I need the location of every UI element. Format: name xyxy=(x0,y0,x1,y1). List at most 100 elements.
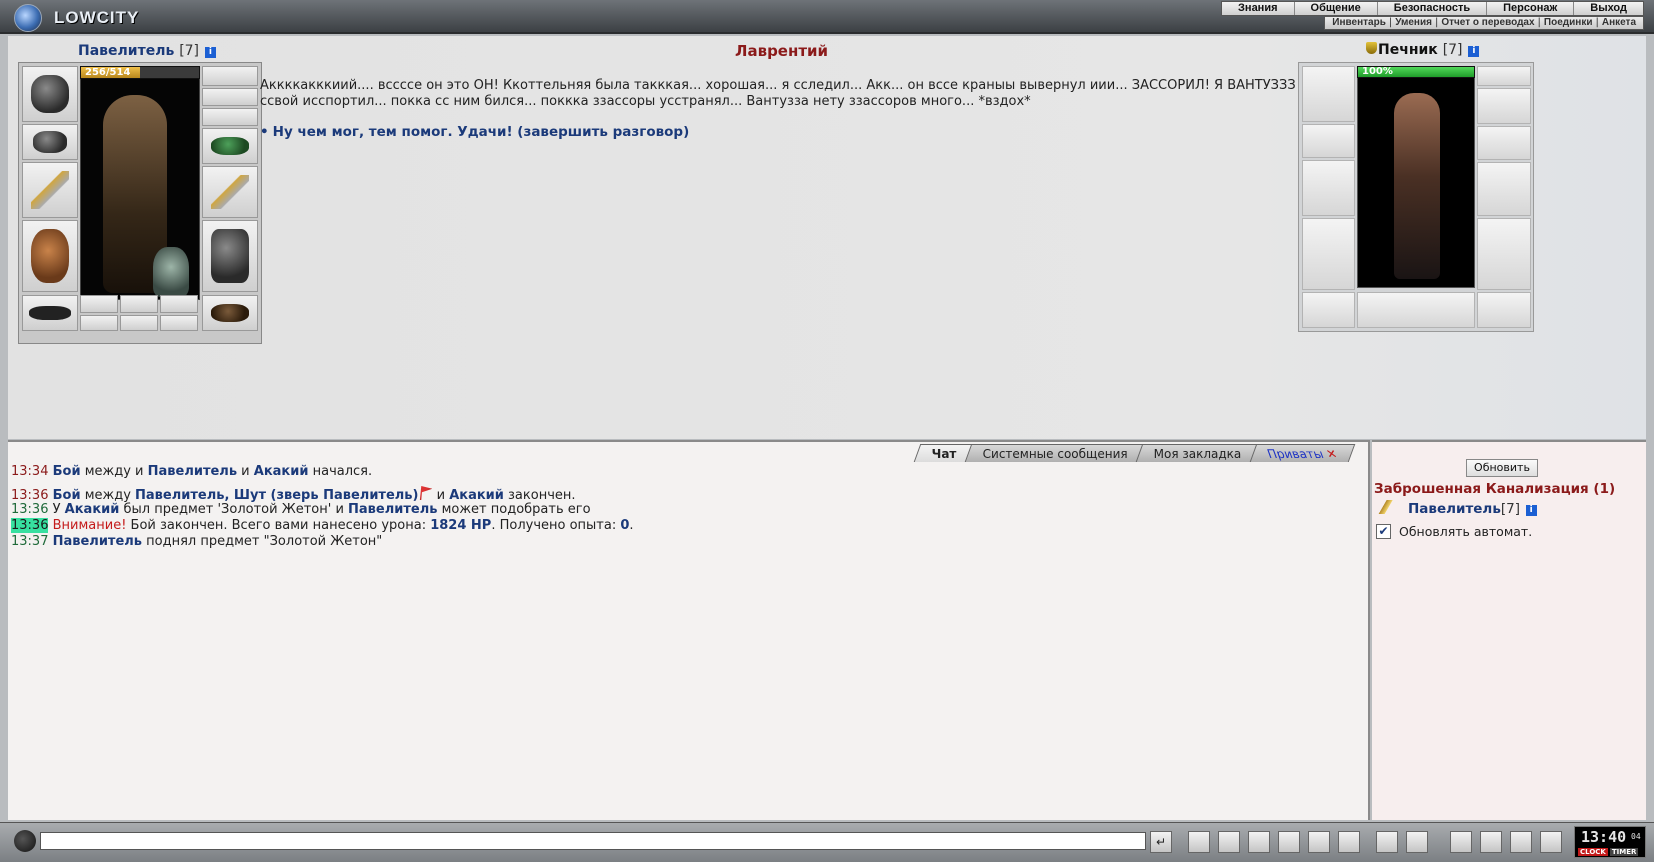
send-icon[interactable]: ↵ xyxy=(1150,831,1172,853)
menu-security[interactable]: Безопасность xyxy=(1376,2,1486,15)
music-icon[interactable] xyxy=(1338,831,1360,853)
rune-slot-5[interactable] xyxy=(120,315,158,331)
online-user[interactable]: Павелитель[7] i xyxy=(1376,500,1537,517)
info-icon[interactable]: i xyxy=(1525,505,1537,516)
npc-rings-slot xyxy=(1477,88,1531,124)
dialog-speaker: Лаврентий xyxy=(735,42,829,60)
refresh-button[interactable]: Обновить xyxy=(1466,459,1538,477)
bottom-toolbar: ↵ 13:40 04 CLOCK TIMER xyxy=(0,822,1654,862)
auto-refresh-checkbox[interactable]: ✔ xyxy=(1376,524,1391,539)
rune-slot-6[interactable] xyxy=(160,315,198,331)
pet-figure xyxy=(153,247,189,297)
flag-icon xyxy=(419,486,433,500)
auto-refresh-option[interactable]: ✔ Обновлять автомат. xyxy=(1376,524,1532,539)
submenu-duels[interactable]: Поединки xyxy=(1541,17,1596,29)
rune-slot-2[interactable] xyxy=(120,295,158,313)
weapon-right-slot[interactable] xyxy=(202,166,258,218)
armor-slot[interactable] xyxy=(22,220,78,292)
top-bar: LOWCITY Знания Общение Безопасность Перс… xyxy=(0,0,1654,34)
bag-icon[interactable] xyxy=(1450,831,1472,853)
info-icon[interactable]: i xyxy=(204,47,216,58)
npc-runes-slot xyxy=(1357,292,1475,328)
belt-slot[interactable] xyxy=(22,295,78,331)
logo-text: LOWCITY xyxy=(54,8,140,27)
fraction-icon[interactable] xyxy=(1308,831,1330,853)
chat-mode-icon[interactable] xyxy=(14,830,36,852)
eraser-icon[interactable] xyxy=(1188,831,1210,853)
online-panel: Обновить Заброшенная Канализация (1) Пав… xyxy=(1372,440,1646,820)
npc-hp-bar: 100% xyxy=(1357,66,1475,78)
npc-boots-slot xyxy=(1477,292,1531,328)
submenu-skills[interactable]: Умения xyxy=(1392,17,1435,29)
chat-line: 13:37 Павелитель поднял предмет "Золотой… xyxy=(11,534,383,549)
player-avatar xyxy=(80,66,200,300)
chat-log: 13:34 Бой между и Павелитель и Акакий на… xyxy=(11,464,1361,550)
amulet-slot[interactable] xyxy=(202,66,258,86)
chat-line: 13:34 Бой между и Павелитель и Акакий на… xyxy=(11,464,373,479)
gloves-slot[interactable] xyxy=(202,128,258,164)
menu-knowledge[interactable]: Знания xyxy=(1222,2,1293,15)
main-menu: Знания Общение Безопасность Персонаж Вых… xyxy=(1221,1,1644,16)
npc-bracers-slot xyxy=(1302,124,1355,158)
npc-helmet-slot xyxy=(1302,66,1355,122)
battle-icon xyxy=(1376,500,1398,514)
npc-armor-slot xyxy=(1302,218,1355,290)
camera-icon[interactable] xyxy=(1510,831,1532,853)
npc-amulet-slot xyxy=(1477,66,1531,86)
npc-inventory: 100% xyxy=(1298,62,1534,332)
tab-my-bookmark[interactable]: Моя закладка xyxy=(1135,444,1260,462)
submenu-transfers[interactable]: Отчет о переводах xyxy=(1438,17,1537,29)
helmet-slot[interactable] xyxy=(22,66,78,122)
tab-privates[interactable]: Приваты✕ xyxy=(1249,444,1356,463)
chat-line: 13:36 Бой между Павелитель, Шут (зверь П… xyxy=(11,486,576,503)
translit-icon[interactable] xyxy=(1278,831,1300,853)
player-hp-bar: 256/514 xyxy=(80,66,200,79)
rune-slot-1[interactable] xyxy=(80,295,118,313)
npc-weapon-slot xyxy=(1302,160,1355,216)
weapon-left-slot[interactable] xyxy=(22,162,78,218)
menu-exit[interactable]: Выход xyxy=(1573,2,1643,15)
rune-slot-4[interactable] xyxy=(80,315,118,331)
player-inventory: 256/514 xyxy=(18,62,262,344)
legs-slot[interactable] xyxy=(202,220,258,292)
rings-slot[interactable] xyxy=(202,108,258,126)
character-icon[interactable] xyxy=(1406,831,1428,853)
chat-line: 13:36 Внимание! Бой закончен. Всего вами… xyxy=(11,518,634,533)
chat-line: 13:36 У Акакий был предмет 'Золотой Жето… xyxy=(11,502,591,517)
player-name[interactable]: Павелитель [7] i xyxy=(78,43,216,59)
menu-communication[interactable]: Общение xyxy=(1293,2,1377,15)
logo-orb-icon xyxy=(14,4,42,32)
dialog-reply-link[interactable]: • Ну чем мог, тем помог. Удачи! (завершит… xyxy=(260,124,689,140)
earring-slot[interactable] xyxy=(202,88,258,106)
logo[interactable]: LOWCITY xyxy=(10,2,138,32)
submenu-inventory[interactable]: Инвентарь xyxy=(1329,17,1389,29)
bracers-slot[interactable] xyxy=(22,124,78,160)
location-title: Заброшенная Канализация (1) xyxy=(1374,481,1616,497)
npc-name[interactable]: Печник [7] i xyxy=(1366,42,1480,58)
submenu-profile[interactable]: Анкета xyxy=(1599,17,1639,29)
boots-slot[interactable] xyxy=(202,295,258,331)
mask-icon[interactable] xyxy=(1480,831,1502,853)
menu-character[interactable]: Персонаж xyxy=(1486,2,1573,15)
dialog-text: Аккккакккиий.... вссссе он это ОН! Ккотт… xyxy=(260,78,1296,109)
smiley-icon[interactable] xyxy=(1376,831,1398,853)
npc-shield-slot xyxy=(1477,162,1531,216)
dialog-panel: Павелитель [7] i 256/514 Лаврентий Акккк… xyxy=(8,36,1646,439)
info-icon[interactable]: i xyxy=(1468,46,1480,57)
npc-figure xyxy=(1394,93,1440,279)
save-icon[interactable] xyxy=(1248,831,1270,853)
filter-icon[interactable] xyxy=(1218,831,1240,853)
tab-system-messages[interactable]: Системные сообщения xyxy=(964,444,1147,462)
close-icon[interactable]: ✕ xyxy=(1323,445,1340,463)
clock: 13:40 04 CLOCK TIMER xyxy=(1574,826,1646,858)
sub-menu: Инвентарь | Умения | Отчет о переводах | По… xyxy=(1324,16,1644,30)
clan-shield-icon xyxy=(1366,42,1377,54)
npc-avatar xyxy=(1357,66,1475,288)
chat-tabs: Чат Системные сообщения Моя закладка При… xyxy=(913,444,1356,463)
game-window: LOWCITY Знания Общение Безопасность Перс… xyxy=(0,0,1654,862)
npc-legs-slot xyxy=(1477,218,1531,290)
npc-belt-slot xyxy=(1302,292,1355,328)
chat-input[interactable] xyxy=(40,832,1146,850)
exit-icon[interactable] xyxy=(1540,831,1562,853)
rune-slot-3[interactable] xyxy=(160,295,198,313)
